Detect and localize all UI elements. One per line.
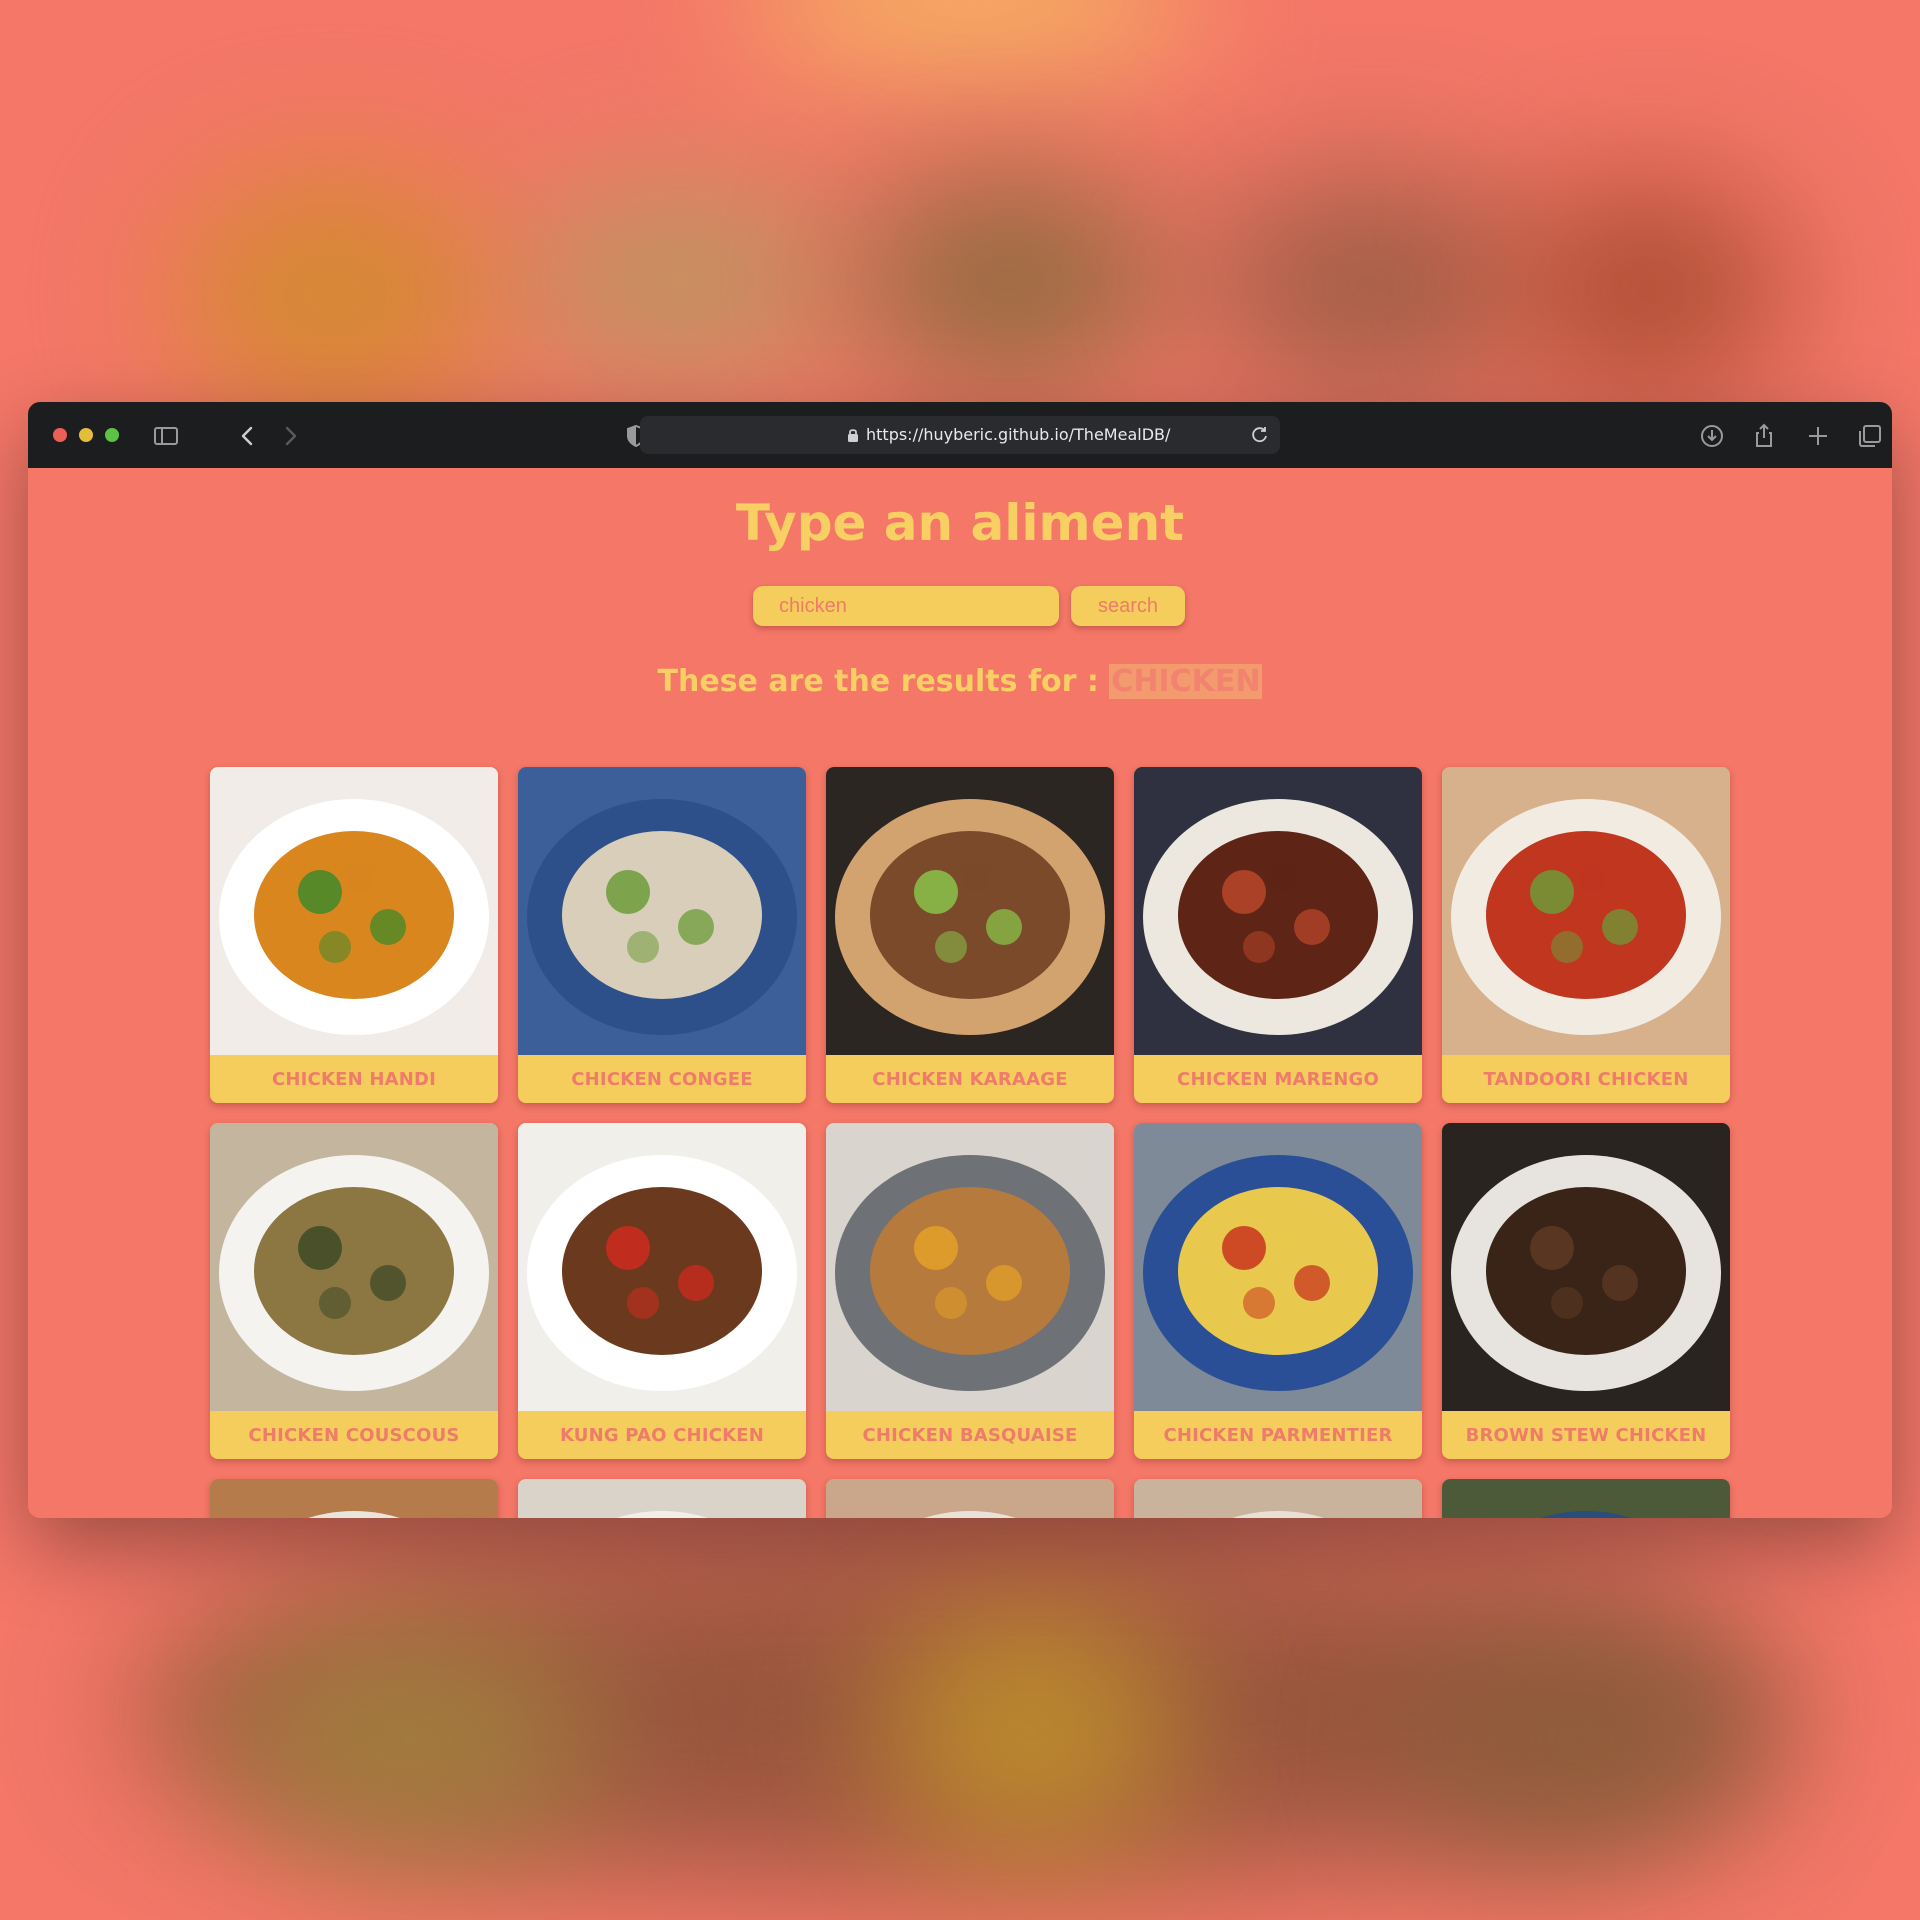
forward-icon[interactable] — [276, 422, 304, 450]
meal-name: CHICKEN PARMENTIER — [1163, 1424, 1393, 1446]
meal-photo[interactable] — [518, 767, 806, 1055]
meal-card[interactable]: BROWN STEW CHICKEN — [1442, 1123, 1730, 1459]
minimize-window-button[interactable] — [79, 428, 93, 442]
url-text: https://huyberic.github.io/TheMealDB/ — [866, 425, 1171, 444]
address-bar[interactable]: https://huyberic.github.io/TheMealDB/ — [640, 416, 1280, 454]
meal-card[interactable]: CHICKEN BASQUAISE — [826, 1123, 1114, 1459]
results-heading: These are the results for : CHICKEN — [28, 664, 1892, 699]
meal-card[interactable]: CHICKEN KARAAGE — [826, 767, 1114, 1103]
meal-name: CHICKEN HANDI — [271, 1068, 437, 1090]
page-title: Type an aliment — [735, 494, 1185, 552]
share-icon[interactable] — [1750, 422, 1778, 450]
meal-photo[interactable] — [826, 767, 1114, 1055]
meal-photo[interactable] — [826, 1479, 1114, 1518]
meal-photo[interactable] — [518, 1123, 806, 1411]
meal-grid: CHICKEN HANDI CHICKEN CONGEE CHICKEN KAR… — [210, 767, 1730, 1518]
download-icon[interactable] — [1698, 422, 1726, 450]
meal-name: CHICKEN KARAAGE — [872, 1068, 1068, 1090]
meal-name: BROWN STEW CHICKEN — [1465, 1424, 1707, 1446]
meal-card[interactable]: TANDOORI CHICKEN — [1442, 767, 1730, 1103]
meal-photo[interactable] — [1134, 1123, 1422, 1411]
window-controls — [53, 428, 119, 442]
meal-name: CHICKEN BASQUAISE — [862, 1424, 1078, 1446]
new-tab-icon[interactable] — [1804, 422, 1832, 450]
meal-name: KUNG PAO CHICKEN — [559, 1424, 765, 1446]
meal-name: CHICKEN CONGEE — [571, 1068, 753, 1090]
meal-photo[interactable] — [826, 1123, 1114, 1411]
meal-photo[interactable] — [1442, 767, 1730, 1055]
meal-photo[interactable] — [1442, 1123, 1730, 1411]
browser-window: https://huyberic.github.io/TheMealDB/ Ty… — [28, 402, 1892, 1518]
browser-toolbar: https://huyberic.github.io/TheMealDB/ — [28, 402, 1892, 468]
meal-card[interactable] — [1134, 1479, 1422, 1518]
lock-icon — [848, 429, 858, 442]
meal-card[interactable]: CHICKEN CONGEE — [518, 767, 806, 1103]
search-form: search — [753, 586, 1185, 626]
meal-photo[interactable] — [210, 1479, 498, 1518]
meal-card[interactable] — [210, 1479, 498, 1518]
meal-photo[interactable] — [210, 767, 498, 1055]
meal-card[interactable] — [826, 1479, 1114, 1518]
back-icon[interactable] — [234, 422, 262, 450]
meal-card[interactable]: CHICKEN MARENGO — [1134, 767, 1422, 1103]
meal-card[interactable] — [1442, 1479, 1730, 1518]
maximize-window-button[interactable] — [105, 428, 119, 442]
meal-card[interactable]: CHICKEN COUSCOUS — [210, 1123, 498, 1459]
meal-card[interactable]: CHICKEN HANDI — [210, 767, 498, 1103]
meal-name: TANDOORI CHICKEN — [1483, 1068, 1689, 1090]
close-window-button[interactable] — [53, 428, 67, 442]
meal-photo[interactable] — [518, 1479, 806, 1518]
meal-card[interactable] — [518, 1479, 806, 1518]
reload-icon[interactable] — [1250, 425, 1270, 445]
search-input[interactable] — [753, 586, 1059, 626]
results-term: CHICKEN — [1109, 664, 1263, 699]
results-prefix: These are the results for : — [657, 664, 1110, 699]
tab-overview-icon[interactable] — [1856, 422, 1884, 450]
web-page: Type an aliment search These are the res… — [28, 468, 1892, 1518]
meal-photo[interactable] — [1134, 767, 1422, 1055]
meal-photo[interactable] — [1442, 1479, 1730, 1518]
meal-name: CHICKEN COUSCOUS — [248, 1424, 460, 1446]
search-button[interactable]: search — [1071, 586, 1185, 626]
meal-photo[interactable] — [210, 1123, 498, 1411]
meal-name: CHICKEN MARENGO — [1177, 1068, 1379, 1090]
meal-card[interactable]: CHICKEN PARMENTIER — [1134, 1123, 1422, 1459]
meal-card[interactable]: KUNG PAO CHICKEN — [518, 1123, 806, 1459]
meal-photo[interactable] — [1134, 1479, 1422, 1518]
sidebar-toggle-icon[interactable] — [152, 422, 180, 450]
